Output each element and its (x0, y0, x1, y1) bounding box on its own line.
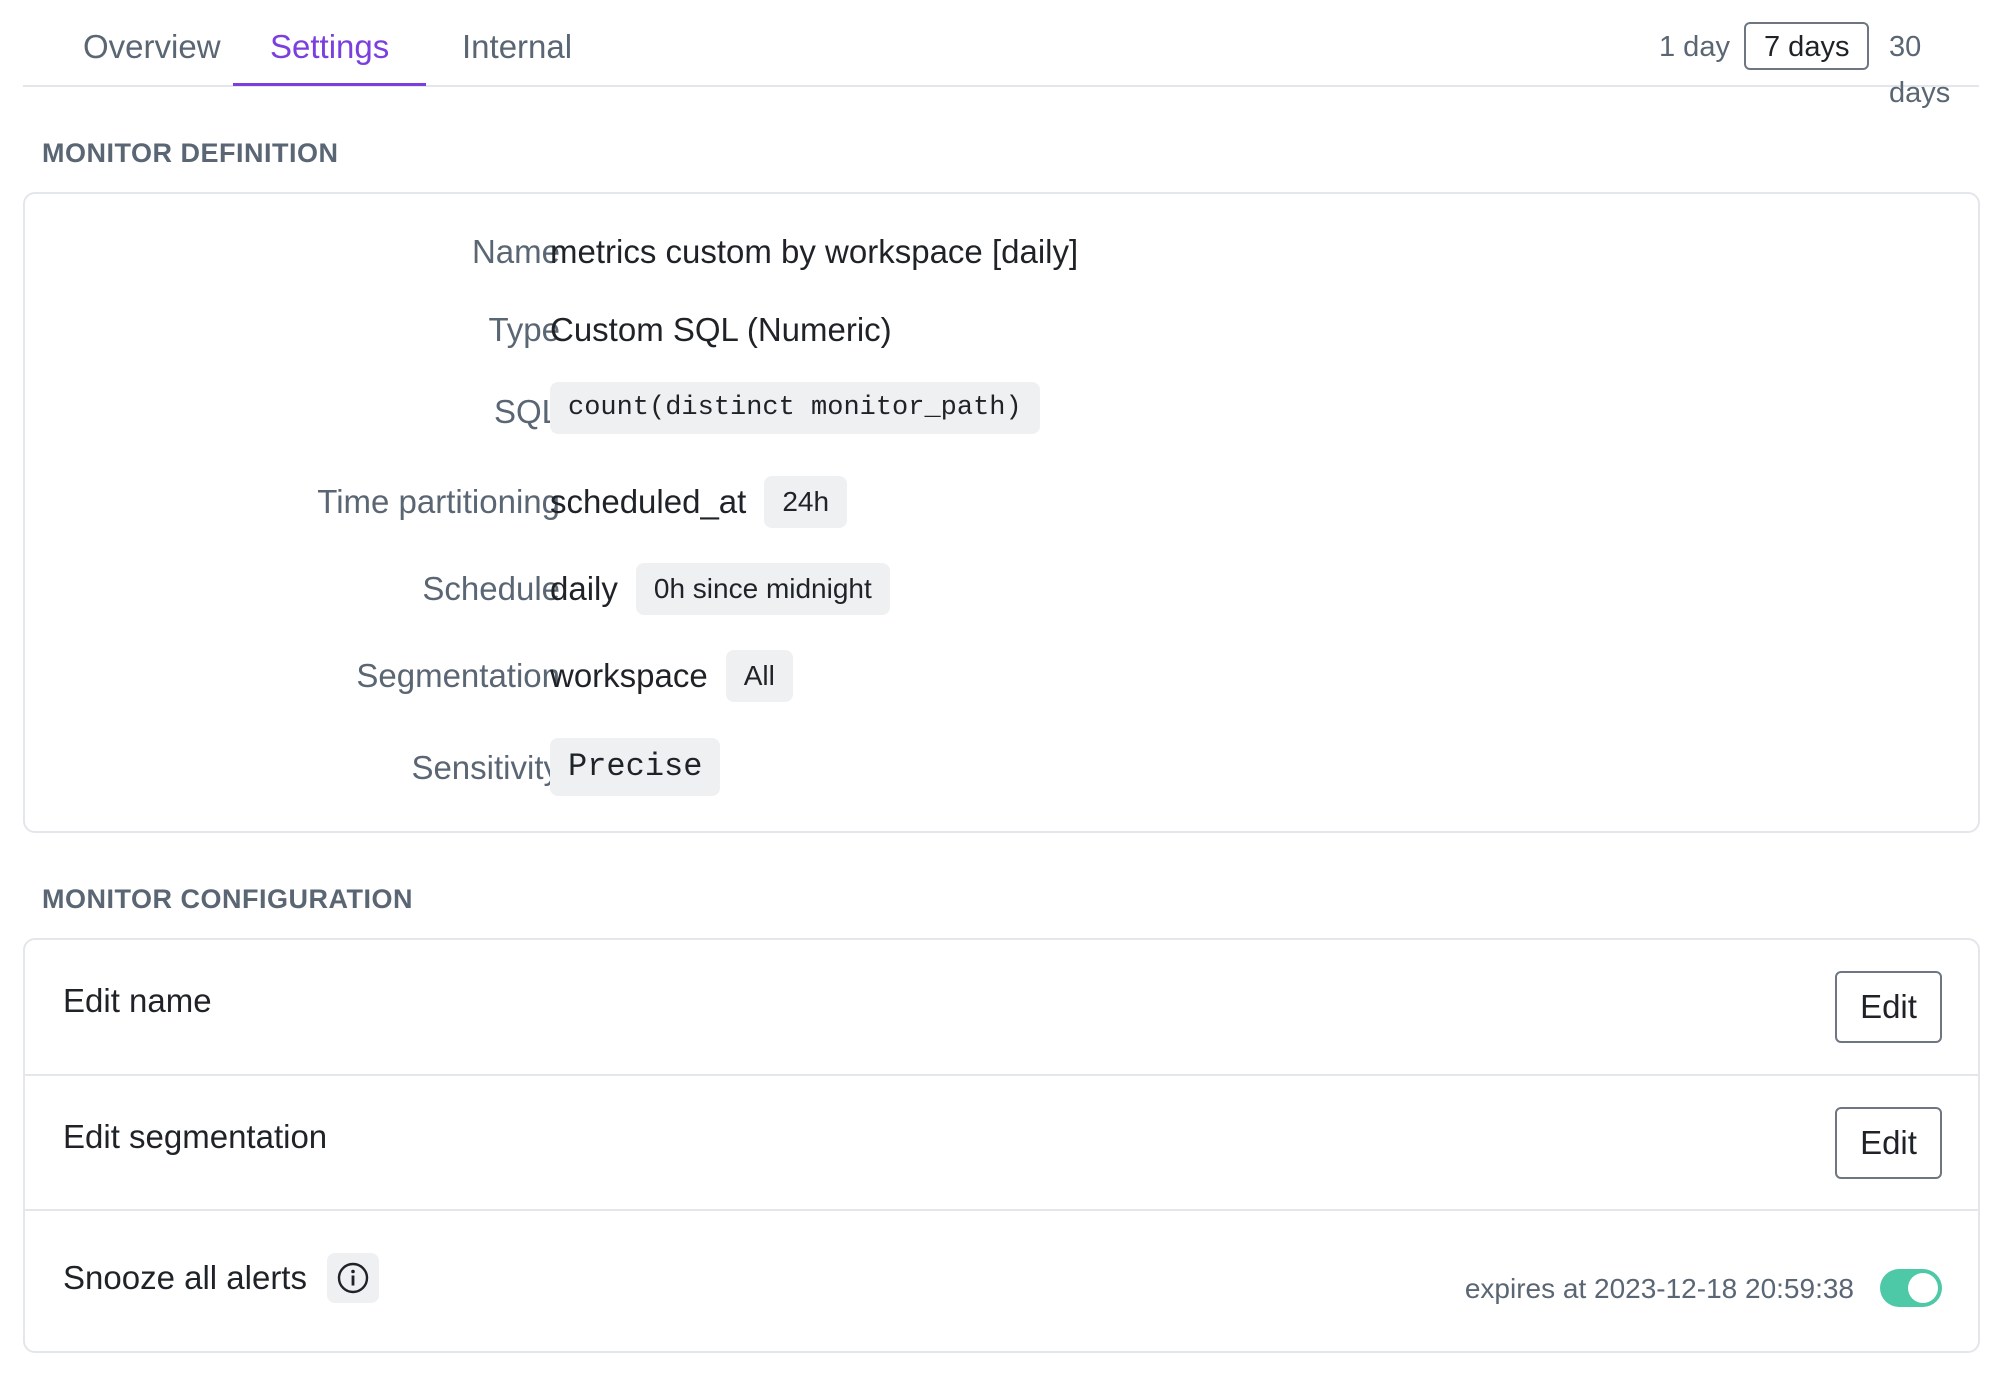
definition-label-time-partitioning: Time partitioning (317, 483, 560, 520)
config-row-edit-segmentation: Edit segmentation Edit (25, 1074, 1978, 1209)
definition-value-name: metrics custom by workspace [daily] (550, 222, 1078, 282)
definition-label-segmentation: Segmentation (356, 657, 560, 694)
time-partition-column: scheduled_at (550, 483, 747, 520)
monitor-name-text: metrics custom by workspace [daily] (550, 233, 1079, 270)
edit-name-label: Edit name (63, 982, 212, 1019)
time-range-7-days[interactable]: 7 days (1744, 22, 1870, 70)
toggle-knob (1908, 1273, 1938, 1303)
tab-overview[interactable]: Overview (46, 24, 258, 86)
config-row-snooze: Snooze all alerts expires at 2023-12-18 … (25, 1209, 1978, 1353)
definition-row-sensitivity: Sensitivity Precise (0, 738, 2000, 798)
definition-label-type: Type (488, 311, 560, 348)
monitor-definition-heading: MONITOR DEFINITION (42, 138, 339, 168)
sensitivity-chip: Precise (550, 738, 721, 796)
definition-row-type: Type Custom SQL (Numeric) (0, 300, 2000, 360)
schedule-frequency: daily (550, 570, 618, 607)
definition-label-schedule: Schedule (422, 570, 560, 607)
snooze-label: Snooze all alerts (63, 1259, 307, 1296)
schedule-offset-chip: 0h since midnight (635, 563, 890, 615)
definition-value-time-partitioning: scheduled_at 24h (550, 472, 848, 532)
definition-row-sql: SQL count(distinct monitor_path) (0, 382, 2000, 442)
tab-internal[interactable]: Internal (425, 24, 609, 86)
segmentation-scope-chip: All (725, 650, 793, 702)
tab-bar: Overview Settings Internal 1 day 7 days … (23, 0, 1979, 109)
definition-value-schedule: daily 0h since midnight (550, 559, 890, 619)
config-row-edit-name: Edit name Edit (25, 940, 1978, 1074)
info-circle-icon[interactable] (326, 1253, 379, 1303)
tab-settings[interactable]: Settings (233, 24, 427, 86)
monitor-configuration-card: Edit name Edit Edit segmentation Edit Sn… (23, 938, 1980, 1353)
time-range-30-days[interactable]: 30 days (1869, 22, 1979, 109)
definition-value-sql: count(distinct monitor_path) (550, 382, 1040, 434)
sql-code-chip: count(distinct monitor_path) (550, 382, 1040, 434)
definition-value-segmentation: workspace All (550, 646, 793, 706)
definition-label-sql: SQL (493, 393, 560, 430)
definition-row-schedule: Schedule daily 0h since midnight (0, 559, 2000, 619)
definition-row-time-partitioning: Time partitioning scheduled_at 24h (0, 472, 2000, 532)
definition-value-type: Custom SQL (Numeric) (550, 300, 892, 360)
definition-value-sensitivity: Precise (550, 738, 721, 796)
edit-segmentation-button[interactable]: Edit (1835, 1107, 1942, 1179)
snooze-label-group: Snooze all alerts (63, 1253, 379, 1303)
definition-row-segmentation: Segmentation workspace All (0, 646, 2000, 706)
definition-row-name: Name metrics custom by workspace [daily] (0, 222, 2000, 282)
edit-segmentation-label: Edit segmentation (63, 1118, 328, 1155)
monitor-type-text: Custom SQL (Numeric) (550, 311, 892, 348)
segmentation-field: workspace (550, 657, 708, 694)
time-range-1-day[interactable]: 1 day (1639, 22, 1750, 70)
time-partition-interval-chip: 24h (764, 476, 848, 528)
monitor-configuration-heading: MONITOR CONFIGURATION (42, 884, 413, 914)
edit-name-button[interactable]: Edit (1835, 971, 1942, 1043)
definition-label-sensitivity: Sensitivity (411, 749, 560, 786)
definition-label-name: Name (471, 233, 560, 270)
snooze-expiry-text: expires at 2023-12-18 20:59:38 (1464, 1273, 1854, 1304)
snooze-toggle[interactable] (1880, 1269, 1942, 1307)
